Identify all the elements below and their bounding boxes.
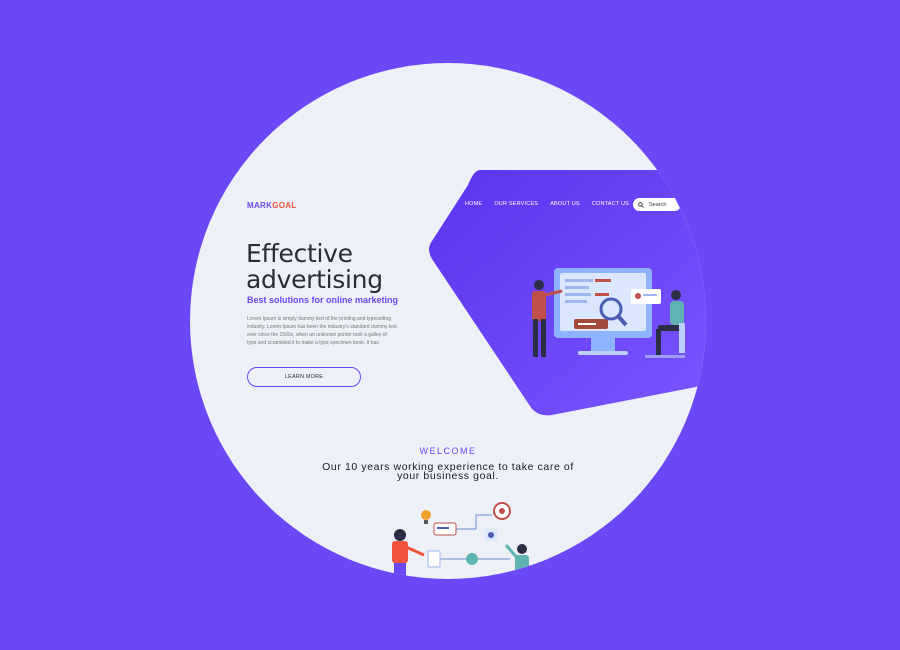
website-mockup-circle: MARKGOAL HOME OUR SERVICES ABOUT US CONT… (190, 63, 706, 579)
search-button[interactable]: Search (633, 198, 681, 211)
welcome-tagline-line2: your business goal. (397, 470, 499, 482)
search-icon (638, 201, 644, 208)
nav-item-about-us[interactable]: ABOUT US (550, 201, 580, 207)
welcome-title: WELCOME (419, 446, 477, 456)
hero-headline-line2: advertising (246, 265, 383, 294)
nav-item-our-services[interactable]: OUR SERVICES (494, 201, 538, 207)
hero-headline-line1: Effective (246, 239, 353, 268)
nav-item-home[interactable]: HOME (465, 201, 482, 207)
hero-subhead: Best solutions for online marketing (247, 295, 399, 305)
learn-more-button[interactable]: LEARN MORE (247, 367, 361, 387)
nav-item-contact-us[interactable]: CONTACT US (592, 201, 629, 207)
brand-logo-part2: GOAL (272, 201, 297, 210)
brand-logo-part1: MARK (247, 201, 273, 210)
hero-headline: Effective advertising (246, 241, 383, 293)
welcome-tagline: Our 10 years working experience to take … (290, 462, 606, 482)
main-nav: HOME OUR SERVICES ABOUT US CONTACT US (465, 201, 629, 207)
hero-body-text: Lorem Ipsum is simply dummy text of the … (247, 316, 397, 346)
search-label: Search (649, 201, 667, 208)
brand-logo[interactable]: MARKGOAL (247, 201, 297, 210)
workflow-illustration (392, 502, 529, 579)
